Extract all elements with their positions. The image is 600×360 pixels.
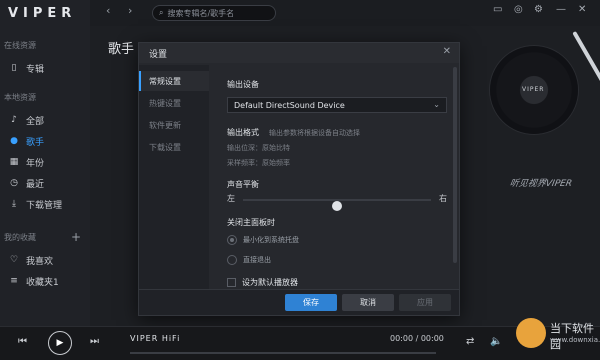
sidebar-item-favorites[interactable]: ♡ 我喜欢 [0, 250, 90, 270]
balance-slider-track[interactable] [243, 199, 431, 211]
balance-label: 声音平衡 [227, 180, 259, 189]
list-icon: ≡ [10, 276, 18, 286]
balance-slider-thumb[interactable] [332, 201, 342, 211]
time-display: 00:00 / 00:00 [390, 334, 444, 343]
player-bar: ⏮ ▶ ⏭ VIPER HiFi 00:00 / 00:00 ⇄ 🔈 [0, 326, 600, 360]
sidebar-item-label: 下载管理 [26, 200, 63, 211]
tab-download[interactable]: 下载设置 [139, 137, 209, 157]
dialog-title: 设置 [149, 49, 168, 60]
radio-label: 直接退出 [243, 256, 271, 264]
output-device-select[interactable]: Default DirectSound Device ⌄ [227, 97, 447, 113]
sidebar-item-recent[interactable]: ◷ 最近 [0, 173, 90, 193]
bit-depth-text: 输出位深：原始比特 [227, 144, 290, 152]
user-icon: ● [10, 136, 18, 146]
heart-icon: ♡ [9, 255, 19, 265]
settings-tabs: 常规设置 热键设置 软件更新 下载设置 [139, 65, 209, 295]
calendar-icon: ▦ [9, 157, 19, 167]
sidebar-item-collection1[interactable]: ≡ 收藏夹1 [0, 271, 90, 291]
repeat-icon[interactable]: ⇄ [466, 336, 474, 347]
app-logo: VIPER [8, 6, 77, 21]
default-player-checkbox[interactable] [227, 278, 236, 287]
sidebar-item-label: 歌手 [26, 137, 45, 148]
sidebar-item-album[interactable]: ▯ 专辑 [0, 58, 90, 78]
watermark-icon [516, 318, 546, 348]
radio-exit[interactable]: 直接退出 [227, 255, 271, 265]
chevron-down-icon: ⌄ [433, 100, 440, 109]
default-player-checkbox-row[interactable]: 设为默认播放器 [227, 277, 298, 288]
tab-update[interactable]: 软件更新 [139, 115, 209, 135]
collection-section-title: 我的收藏 [4, 233, 36, 242]
watermark-logo: 当下软件园 www.downxia.com [516, 318, 600, 360]
close-behavior-label: 关闭主面板时 [227, 218, 275, 227]
sidebar-item-all[interactable]: ♪ 全部 [0, 110, 90, 130]
minimize-icon[interactable]: — [556, 4, 566, 15]
sidebar-item-label: 专辑 [26, 64, 45, 75]
output-format-hint: 输出参数将根据设备自动选择 [269, 129, 360, 137]
radio-button[interactable] [227, 235, 237, 245]
output-format-label: 输出格式 [227, 128, 259, 137]
save-button[interactable]: 保存 [285, 294, 337, 311]
search-icon: ⌕ [159, 8, 164, 17]
sample-rate-text: 采样频率：原始频率 [227, 159, 290, 167]
settings-icon[interactable]: ⚙ [534, 4, 543, 15]
track-name: VIPER HiFi [130, 334, 181, 343]
search-box[interactable]: ⌕ [152, 5, 276, 21]
play-icon: ▶ [56, 338, 64, 348]
bookmark-icon: ▯ [11, 63, 17, 73]
download-icon[interactable]: ▭ [493, 4, 502, 15]
close-icon[interactable]: ✕ [578, 4, 586, 15]
vinyl-record: VIPER [490, 46, 578, 134]
sidebar-item-singer[interactable]: ● 歌手 [0, 131, 90, 151]
progress-bar[interactable] [130, 352, 436, 354]
clock-icon: ◷ [10, 178, 18, 188]
radio-minimize-tray[interactable]: 最小化到系统托盘 [227, 235, 299, 245]
skin-icon[interactable]: ◎ [514, 4, 523, 15]
next-icon[interactable]: ⏭ [90, 336, 99, 347]
sidebar-item-label: 收藏夹1 [26, 277, 59, 288]
search-input[interactable] [167, 8, 264, 18]
general-settings-panel: 输出设备 Default DirectSound Device ⌄ 输出格式 输… [219, 65, 455, 295]
balance-left-label: 左 [227, 194, 235, 203]
dialog-footer: 保存 取消 应用 [139, 289, 459, 315]
previous-icon[interactable]: ⏮ [18, 336, 27, 347]
forward-icon[interactable]: › [128, 4, 132, 17]
back-icon[interactable]: ‹ [106, 4, 110, 17]
balance-right-label: 右 [439, 194, 447, 203]
play-button[interactable]: ▶ [48, 331, 72, 355]
signature-text: 听见视界VIPER [508, 179, 573, 189]
watermark-url: www.downxia.com [550, 336, 600, 344]
dialog-header: 设置 ✕ [139, 43, 459, 63]
radio-button[interactable] [227, 255, 237, 265]
dialog-scrollbar[interactable] [453, 67, 457, 263]
settings-dialog: 设置 ✕ 常规设置 热键设置 软件更新 下载设置 输出设备 Default Di… [138, 42, 460, 316]
close-icon[interactable]: ✕ [443, 46, 451, 57]
cancel-button[interactable]: 取消 [342, 294, 394, 311]
record-label: VIPER [522, 86, 545, 93]
music-note-icon: ♪ [11, 115, 17, 125]
download-icon: ⤓ [12, 199, 16, 209]
radio-label: 最小化到系统托盘 [243, 236, 299, 244]
volume-icon[interactable]: 🔈 [490, 336, 502, 347]
online-section-title: 在线资源 [4, 41, 36, 50]
add-collection-icon[interactable]: + [71, 230, 81, 244]
sidebar-item-downloads[interactable]: ⤓ 下载管理 [0, 194, 90, 214]
output-device-value: Default DirectSound Device [234, 100, 345, 110]
sidebar: VIPER 在线资源 ▯ 专辑 本地资源 ♪ 全部 ● 歌手 ▦ 年份 ◷ 最近… [0, 0, 90, 326]
tab-general[interactable]: 常规设置 [139, 71, 209, 91]
apply-button[interactable]: 应用 [399, 294, 451, 311]
output-device-label: 输出设备 [227, 80, 259, 89]
page-title: 歌手 [108, 42, 135, 57]
tab-hotkeys[interactable]: 热键设置 [139, 93, 209, 113]
sidebar-item-label: 全部 [26, 116, 45, 127]
default-player-label: 设为默认播放器 [242, 278, 298, 287]
balance-slider-row: 左 右 [227, 193, 447, 211]
topbar: ‹ › ⌕ ▭ ◎ ⚙ — ✕ [90, 0, 600, 26]
local-section-title: 本地资源 [4, 93, 36, 102]
sidebar-item-year[interactable]: ▦ 年份 [0, 152, 90, 172]
sidebar-item-label: 年份 [26, 158, 45, 169]
sidebar-item-label: 最近 [26, 179, 45, 190]
sidebar-item-label: 我喜欢 [26, 256, 54, 267]
